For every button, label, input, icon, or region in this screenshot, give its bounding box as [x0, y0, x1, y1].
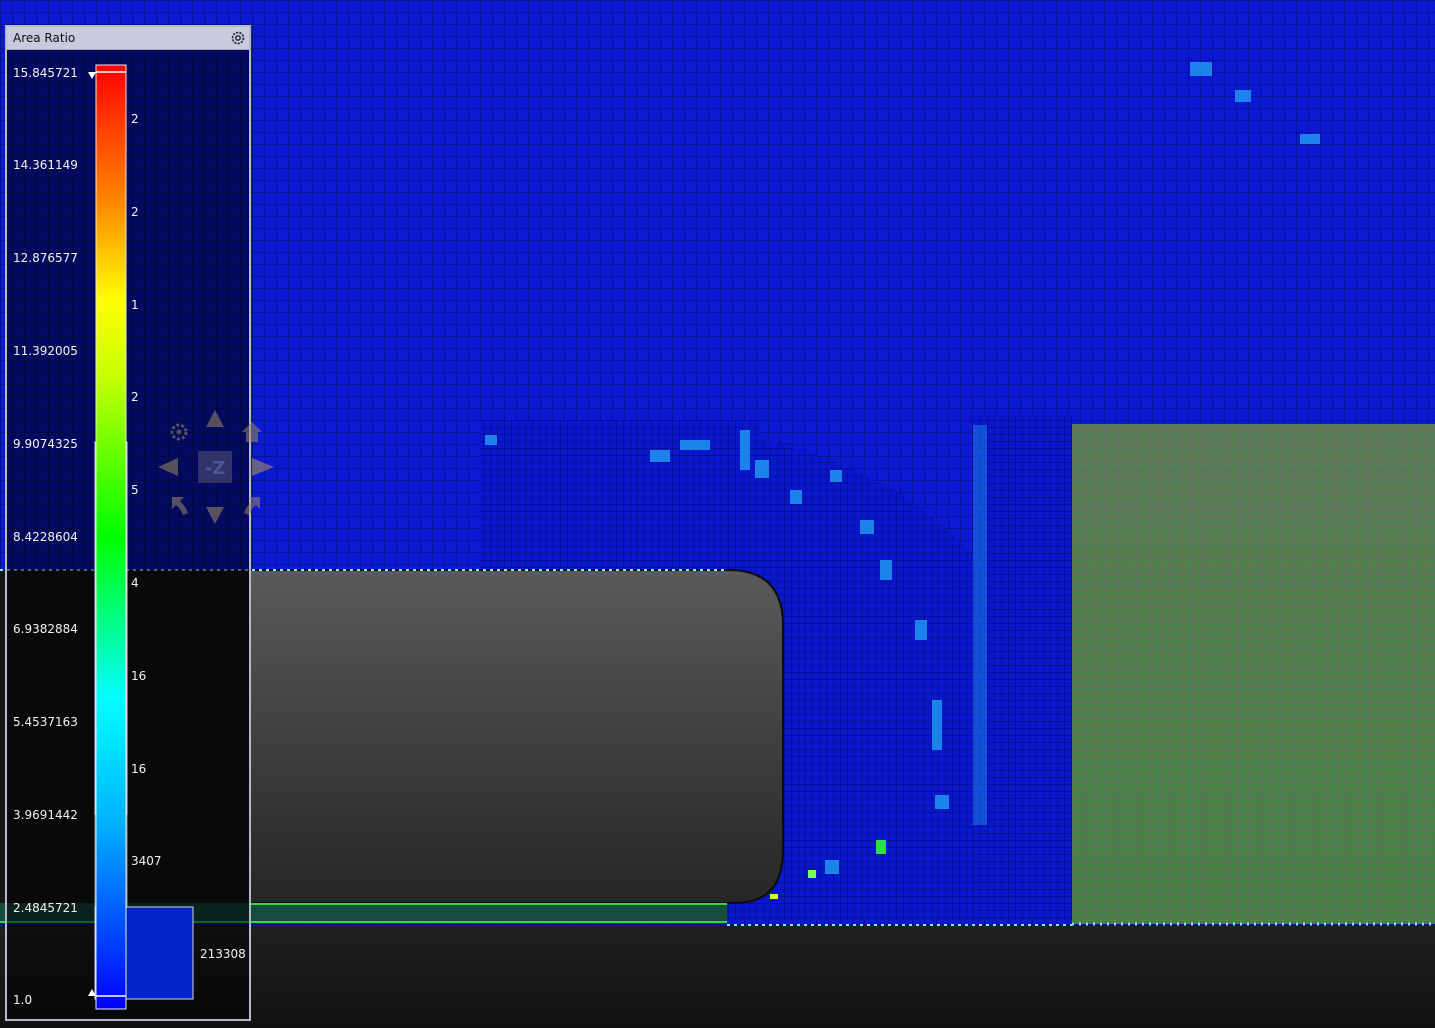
histogram-count: 2: [131, 112, 139, 126]
histogram-count: 1: [131, 298, 139, 312]
refinement-column: [975, 415, 1072, 920]
rotate-ccw-icon[interactable]: [172, 497, 188, 515]
legend-tick: 9.9074325: [13, 437, 78, 451]
histogram-count: 3407: [131, 854, 162, 868]
home-icon[interactable]: [242, 422, 262, 442]
gear-icon[interactable]: [170, 423, 188, 441]
histogram-count: 2: [131, 205, 139, 219]
max-arrow-icon[interactable]: [88, 72, 96, 79]
legend-tick: 1.0: [13, 993, 33, 1007]
legend-tick: 12.876577: [13, 251, 78, 265]
histogram-count: 16: [131, 762, 147, 776]
histogram-count: 5: [131, 483, 139, 497]
rotate-cw-icon[interactable]: [244, 497, 260, 515]
color-scale-bar: [95, 64, 127, 1010]
legend-tick: 5.4537163: [13, 715, 78, 729]
body-geometry: [249, 569, 784, 904]
histogram-count: 2: [131, 390, 139, 404]
legend-tick: 8.4228604: [13, 530, 78, 544]
histogram-count: 4: [131, 576, 139, 590]
histogram-count: 16: [131, 669, 147, 683]
right-arrow-icon[interactable]: [252, 458, 274, 476]
down-arrow-icon[interactable]: [206, 507, 224, 524]
legend-tick: 2.4845721: [13, 901, 78, 915]
legend-tick: 3.9691442: [13, 808, 78, 822]
legend-tick: 11.392005: [13, 344, 78, 358]
green-mesh-fade: [1072, 424, 1435, 924]
orientation-widget[interactable]: -Z: [150, 405, 280, 530]
left-arrow-icon[interactable]: [158, 458, 178, 476]
histogram-count: 213308: [200, 947, 246, 961]
legend-tick: 15.845721: [13, 66, 78, 80]
up-arrow-icon[interactable]: [206, 410, 224, 427]
legend-tick: 6.9382884: [13, 622, 78, 636]
legend-tick: 14.361149: [13, 158, 78, 172]
refinement-column-edge: [973, 425, 987, 825]
view-direction-label: -Z: [205, 458, 226, 479]
